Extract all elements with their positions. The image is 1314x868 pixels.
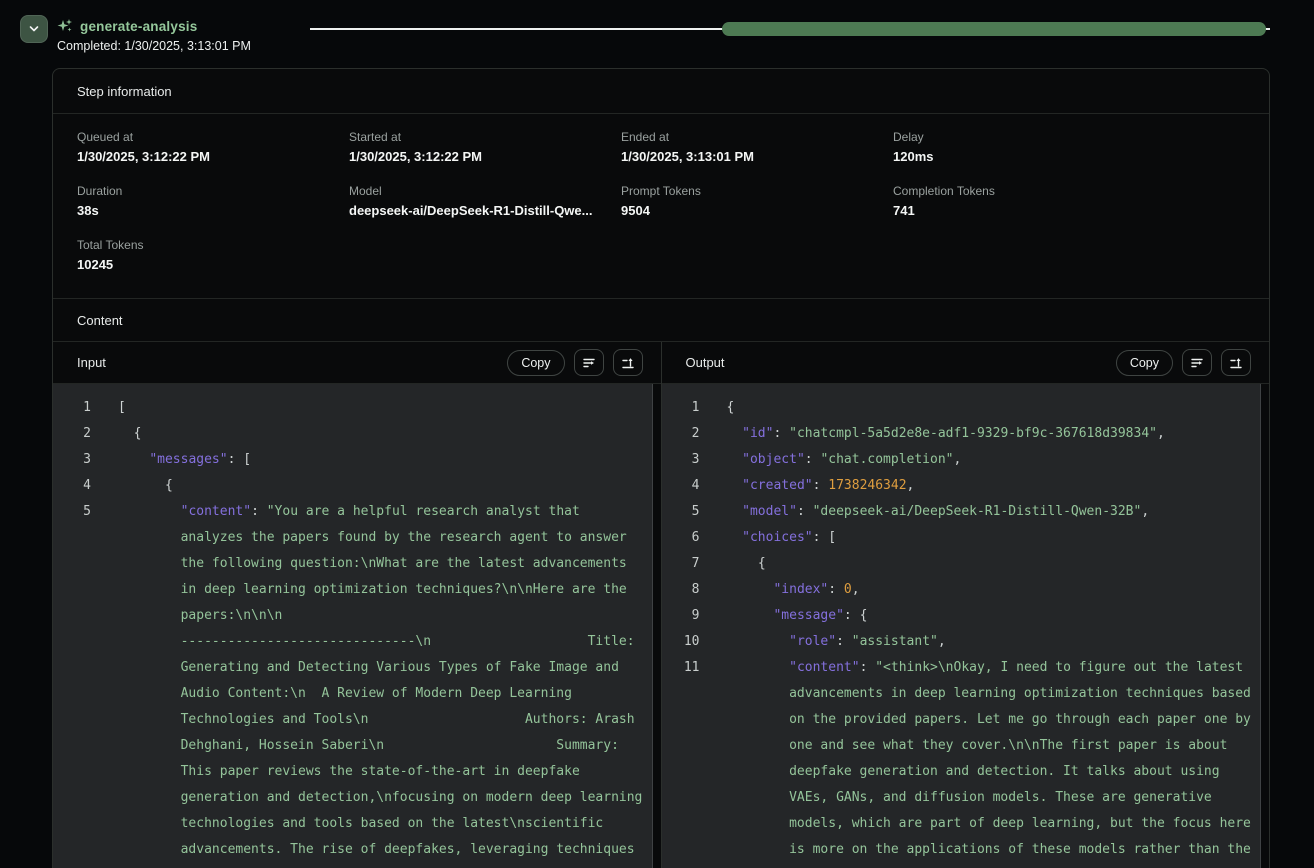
code-line: 1[ <box>53 395 652 421</box>
line-number: 6 <box>662 525 700 551</box>
field-duration: Duration 38s <box>77 182 349 222</box>
output-panel: Output Copy 1{2 "id": "chatcmpl-5a5d2e8e… <box>661 342 1270 868</box>
sparkles-icon <box>57 18 73 34</box>
line-number: 8 <box>662 577 700 603</box>
content-title: Content <box>77 313 123 328</box>
input-wrap-text-button[interactable] <box>574 349 604 376</box>
code-line: 6 "choices": [ <box>662 525 1261 551</box>
output-copy-button[interactable]: Copy <box>1116 350 1173 376</box>
line-number: 4 <box>53 473 91 499</box>
wrap-text-icon <box>582 356 596 370</box>
step-information-grid: Queued at 1/30/2025, 3:12:22 PM Started … <box>53 114 1269 298</box>
expand-collapse-icon <box>1229 356 1243 370</box>
io-panels: Input Copy 1[2 {3 "messages": [4 {5 "con… <box>53 342 1269 868</box>
output-panel-header: Output Copy <box>662 342 1270 384</box>
code-line: 1{ <box>662 395 1261 421</box>
line-number: 1 <box>53 395 91 421</box>
line-number: 4 <box>662 473 700 499</box>
field-total-tokens: Total Tokens 10245 <box>77 236 349 276</box>
collapse-step-button[interactable] <box>20 15 48 43</box>
code-line: 9 "message": { <box>662 603 1261 629</box>
code-line: 5 "content": "You are a helpful research… <box>53 499 652 868</box>
code-text: "message": { <box>727 603 1257 629</box>
code-line: 8 "index": 0, <box>662 577 1261 603</box>
step-title: generate-analysis <box>80 19 197 34</box>
expand-collapse-icon <box>621 356 635 370</box>
code-text: "content": "<think>\nOkay, I need to fig… <box>727 655 1257 868</box>
code-line: 2 { <box>53 421 652 447</box>
code-line: 4 { <box>53 473 652 499</box>
code-line: 7 { <box>662 551 1261 577</box>
code-text: "index": 0, <box>727 577 1257 603</box>
field-queued-at: Queued at 1/30/2025, 3:12:22 PM <box>77 128 349 168</box>
step-meta: generate-analysis Completed: 1/30/2025, … <box>57 18 251 53</box>
field-prompt-tokens: Prompt Tokens 9504 <box>621 182 893 222</box>
code-text: "messages": [ <box>118 447 648 473</box>
line-number: 2 <box>53 421 91 447</box>
field-ended-at: Ended at 1/30/2025, 3:13:01 PM <box>621 128 893 168</box>
trace-step-page: { "header": { "title": "generate-analysi… <box>0 0 1314 868</box>
line-number: 9 <box>662 603 700 629</box>
chevron-down-icon <box>28 23 40 35</box>
step-information-header: Step information <box>53 69 1269 114</box>
line-number: 7 <box>662 551 700 577</box>
code-text: "choices": [ <box>727 525 1257 551</box>
line-number: 11 <box>662 655 700 868</box>
code-line: 3 "object": "chat.completion", <box>662 447 1261 473</box>
code-text: "content": "You are a helpful research a… <box>118 499 648 868</box>
code-text: "id": "chatcmpl-5a5d2e8e-adf1-9329-bf9c-… <box>727 421 1257 447</box>
output-code-editor[interactable]: 1{2 "id": "chatcmpl-5a5d2e8e-adf1-9329-b… <box>662 384 1262 868</box>
code-text: { <box>118 473 648 499</box>
code-text: { <box>118 421 648 447</box>
code-line: 4 "created": 1738246342, <box>662 473 1261 499</box>
code-text: { <box>727 395 1257 421</box>
code-text: { <box>727 551 1257 577</box>
line-number: 1 <box>662 395 700 421</box>
code-text: [ <box>118 395 648 421</box>
field-completion-tokens: Completion Tokens 741 <box>893 182 1165 222</box>
input-title: Input <box>77 355 498 370</box>
step-detail-panel: Step information Queued at 1/30/2025, 3:… <box>52 68 1270 868</box>
code-text: "model": "deepseek-ai/DeepSeek-R1-Distil… <box>727 499 1257 525</box>
line-number: 10 <box>662 629 700 655</box>
code-line: 2 "id": "chatcmpl-5a5d2e8e-adf1-9329-bf9… <box>662 421 1261 447</box>
content-section-header: Content <box>53 298 1269 342</box>
input-code-editor[interactable]: 1[2 {3 "messages": [4 {5 "content": "You… <box>53 384 653 868</box>
field-model: Model deepseek-ai/DeepSeek-R1-Distill-Qw… <box>349 182 621 222</box>
input-panel: Input Copy 1[2 {3 "messages": [4 {5 "con… <box>53 342 661 868</box>
field-delay: Delay 120ms <box>893 128 1165 168</box>
step-information-title: Step information <box>77 84 172 99</box>
input-copy-button[interactable]: Copy <box>507 350 564 376</box>
input-panel-header: Input Copy <box>53 342 661 384</box>
code-text: "role": "assistant", <box>727 629 1257 655</box>
step-completed-timestamp: Completed: 1/30/2025, 3:13:01 PM <box>57 39 251 53</box>
timeline-step-bar[interactable] <box>722 22 1266 36</box>
line-number: 2 <box>662 421 700 447</box>
input-expand-button[interactable] <box>613 349 643 376</box>
code-line: 5 "model": "deepseek-ai/DeepSeek-R1-Dist… <box>662 499 1261 525</box>
line-number: 5 <box>662 499 700 525</box>
code-text: "created": 1738246342, <box>727 473 1257 499</box>
field-started-at: Started at 1/30/2025, 3:12:22 PM <box>349 128 621 168</box>
line-number: 3 <box>53 447 91 473</box>
output-wrap-text-button[interactable] <box>1182 349 1212 376</box>
code-line: 3 "messages": [ <box>53 447 652 473</box>
output-title: Output <box>686 355 1107 370</box>
code-line: 11 "content": "<think>\nOkay, I need to … <box>662 655 1261 868</box>
output-expand-button[interactable] <box>1221 349 1251 376</box>
code-text: "object": "chat.completion", <box>727 447 1257 473</box>
code-line: 10 "role": "assistant", <box>662 629 1261 655</box>
line-number: 3 <box>662 447 700 473</box>
wrap-text-icon <box>1190 356 1204 370</box>
top-bar: generate-analysis Completed: 1/30/2025, … <box>0 0 1314 58</box>
line-number: 5 <box>53 499 91 868</box>
